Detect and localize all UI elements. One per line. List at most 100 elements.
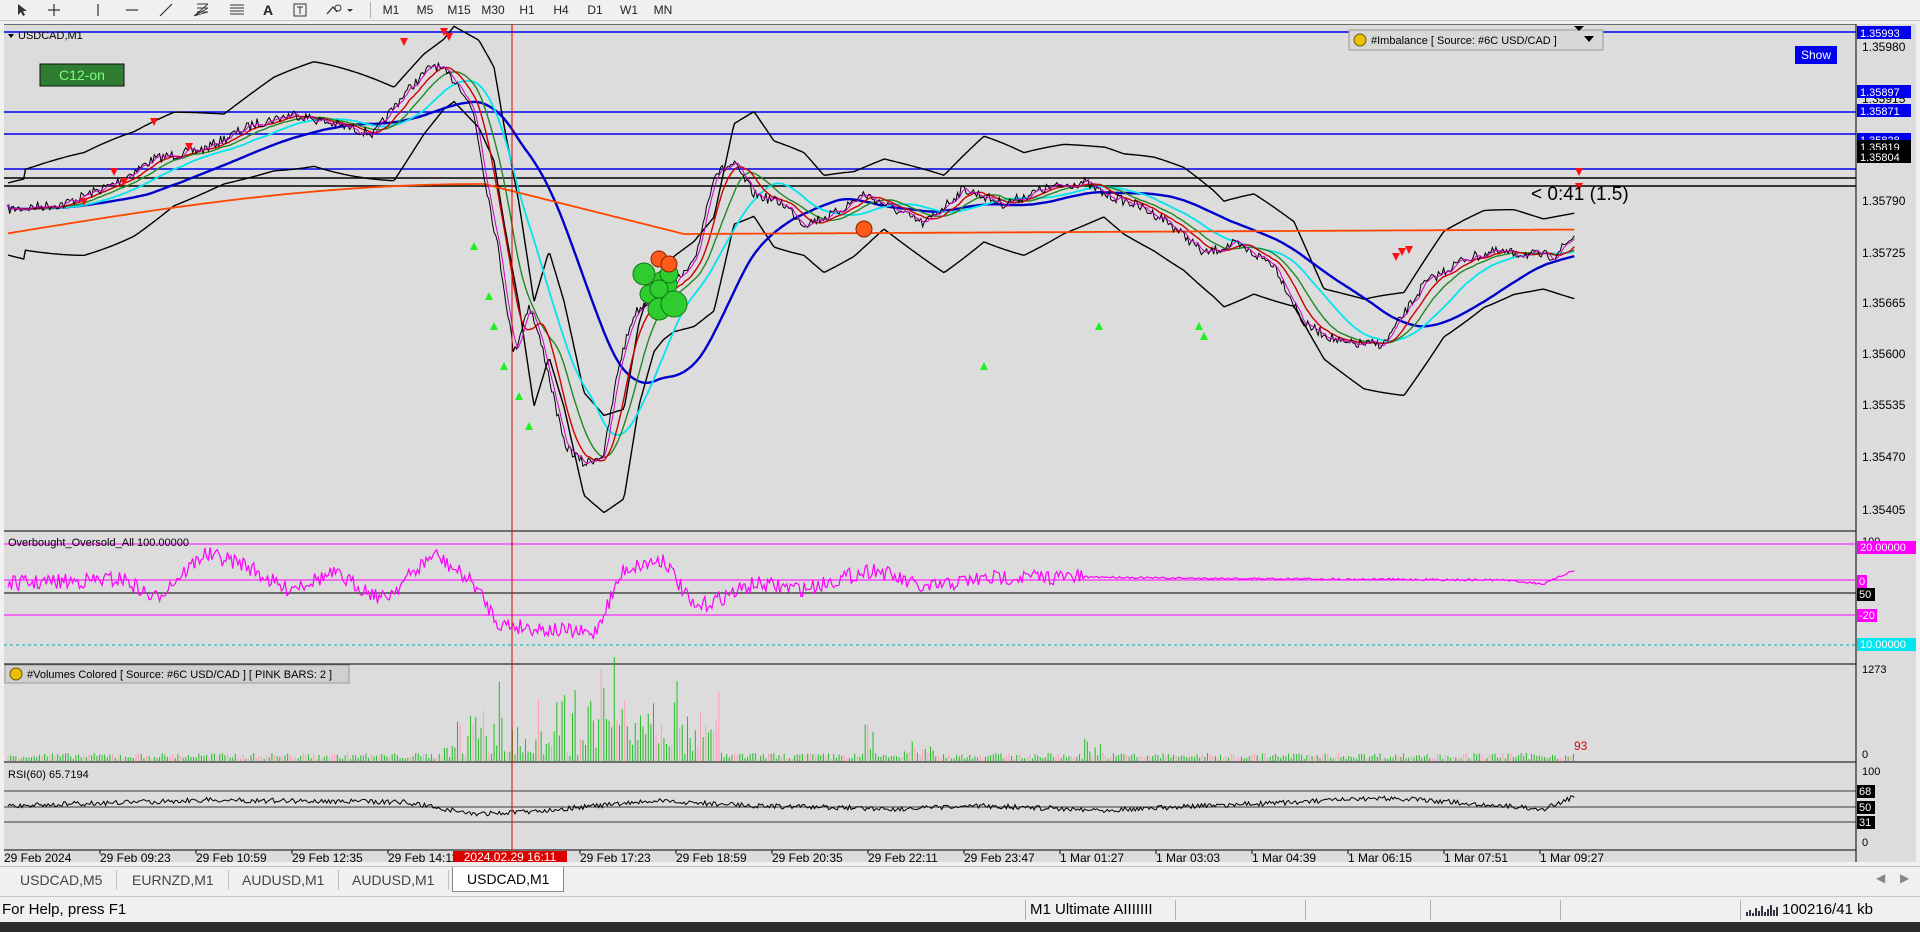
taskbar-strip (0, 922, 1920, 932)
sell-bubble-marker (855, 220, 873, 238)
chart-window[interactable]: 1.35980 1.35915 1.35790 1.35725 1.35665 … (4, 23, 1916, 865)
price-tag-label: 1.35897 (1860, 87, 1900, 99)
time-label: 29 Feb 20:35 (772, 851, 843, 862)
price-close-line (7, 61, 1575, 468)
status-divider (1305, 900, 1306, 920)
price-tag-label: 1.35871 (1860, 106, 1900, 118)
text-icon[interactable]: A (258, 1, 278, 19)
price-scale-label: 1.35470 (1862, 450, 1906, 464)
tf-h4-button[interactable]: H4 (546, 1, 576, 19)
tf-m1-button[interactable]: M1 (376, 1, 406, 19)
connection-status-icon (1746, 903, 1778, 917)
sell-arrow-marker (1405, 246, 1413, 254)
buy-arrow-marker (500, 362, 508, 370)
time-label: 29 Feb 17:23 (580, 851, 651, 862)
price-scale-label: 1.35600 (1862, 347, 1906, 361)
shapes-icon[interactable] (322, 1, 358, 19)
buy-arrow-marker (490, 322, 498, 330)
status-divider (1175, 900, 1176, 920)
chart-canvas[interactable]: 1.35980 1.35915 1.35790 1.35725 1.35665 … (4, 23, 1916, 865)
tab-scroll-right-icon[interactable]: ▶ (1900, 871, 1909, 885)
imbalance-label: #Imbalance [ Source: #6C USD/CAD ] (1371, 35, 1557, 47)
rsi-scale-label: 0 (1862, 837, 1868, 849)
price-tag-label: 1.35993 (1860, 28, 1900, 40)
time-label: 29 Feb 2024 (4, 851, 72, 862)
volume-scale-label: 1273 (1862, 664, 1886, 676)
tf-mn-button[interactable]: MN (648, 1, 678, 19)
tab-audusd-m1[interactable]: AUDUSD,M1 (228, 870, 340, 890)
price-scale-label: 1.35725 (1862, 246, 1906, 260)
time-label: 29 Feb 22:11 (868, 851, 938, 862)
show-button-label: Show (1801, 48, 1831, 62)
osc-tag-zero-label: 0 (1859, 576, 1865, 588)
sell-arrow-marker (110, 168, 118, 176)
price-scale-label: 1.35665 (1862, 296, 1906, 310)
buy-arrow-marker (1195, 322, 1203, 330)
volume-title: #Volumes Colored [ Source: #6C USD/CAD ]… (27, 669, 332, 681)
buy-bubble-marker (649, 279, 669, 299)
fibonacci-fan-icon[interactable] (190, 1, 212, 19)
sell-arrow-marker (1575, 168, 1583, 176)
sell-arrow-marker (1398, 248, 1406, 256)
price-tag-label: 1.35804 (1860, 152, 1900, 164)
status-divider (1025, 900, 1026, 920)
symbol-title: USDCAD,M1 (8, 30, 83, 42)
cursor-icon[interactable] (12, 1, 32, 19)
time-label: 29 Feb 12:35 (292, 851, 363, 862)
crosshair-icon[interactable] (44, 1, 64, 19)
price-magenta-line (7, 65, 1575, 465)
trendline-icon[interactable] (156, 1, 176, 19)
tab-usdcad-m5[interactable]: USDCAD,M5 (6, 870, 118, 890)
collapse-arrow-icon[interactable] (8, 34, 14, 38)
time-label: 1 Mar 01:27 (1060, 851, 1124, 862)
symbol-label: USDCAD,M1 (18, 30, 83, 42)
chart-tabs: USDCAD,M5 EURNZD,M1 AUDUSD,M1 AUDUSD,M1 … (0, 866, 1920, 893)
crosshair-time-label: 2024.02.29 16:11 (464, 850, 557, 862)
sell-arrow-marker (1392, 253, 1400, 261)
tab-audusd-m1-2[interactable]: AUDUSD,M1 (338, 870, 450, 890)
c12-label: C12-on (59, 67, 105, 83)
bollinger-bands (7, 25, 1575, 514)
price-scale-label: 1.35405 (1862, 503, 1906, 517)
indicator-lock-icon (1353, 33, 1367, 47)
buy-arrow-marker (525, 422, 533, 430)
time-label: 1 Mar 03:03 (1156, 851, 1220, 862)
oscillator-title: Overbought_Oversold_All 100.00000 (8, 537, 189, 549)
horizontal-line-icon[interactable] (122, 1, 142, 19)
ma-green (7, 71, 1575, 458)
tab-eurnzd-m1[interactable]: EURNZD,M1 (118, 870, 229, 890)
rsi-tag-lower-label: 31 (1859, 817, 1871, 829)
time-label: 1 Mar 04:39 (1252, 851, 1316, 862)
buy-arrow-marker (470, 242, 478, 250)
tf-d1-button[interactable]: D1 (580, 1, 610, 19)
toolbar-separator (370, 2, 371, 18)
buy-arrow-marker (485, 292, 493, 300)
time-label: 29 Feb 14:11 (388, 851, 458, 862)
tab-usdcad-m1[interactable]: USDCAD,M1 (452, 867, 565, 892)
status-divider (1560, 900, 1561, 920)
tf-w1-button[interactable]: W1 (614, 1, 644, 19)
tf-m30-button[interactable]: M30 (478, 1, 508, 19)
tf-m5-button[interactable]: M5 (410, 1, 440, 19)
price-line (7, 61, 1575, 468)
text-label-icon[interactable] (290, 1, 310, 19)
buy-arrow-marker (980, 362, 988, 370)
osc-tag-bottom-label: 10.00000 (1860, 639, 1906, 651)
tf-m15-button[interactable]: M15 (444, 1, 474, 19)
tab-scroll-left-icon[interactable]: ◀ (1876, 871, 1885, 885)
tf-h1-button[interactable]: H1 (512, 1, 542, 19)
status-divider (1430, 900, 1431, 920)
osc-tag-upper-label: 20.00000 (1860, 542, 1906, 554)
vertical-line-icon[interactable] (88, 1, 108, 19)
ma-red (7, 66, 1575, 462)
price-scale-label: 1.35535 (1862, 398, 1906, 412)
fibonacci-icon[interactable] (226, 1, 248, 19)
status-help-text: For Help, press F1 (2, 901, 127, 918)
oscillator-scale: 100 20.00000 0 50 -20 10.00000 (1857, 536, 1916, 651)
toolbar: A M1 M5 M15 M30 H1 H4 D1 W1 MN (0, 0, 1920, 21)
price-scale-label: 1.35980 (1862, 40, 1906, 54)
volume-last-value: 93 (1574, 739, 1588, 753)
buy-arrow-marker (1200, 332, 1208, 340)
buy-arrow-marker (1095, 322, 1103, 330)
status-divider (1740, 900, 1741, 920)
